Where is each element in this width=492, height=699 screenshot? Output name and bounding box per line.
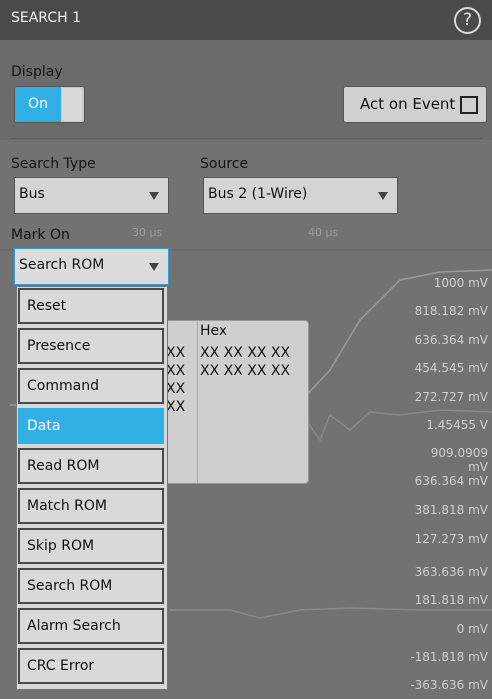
mark-on-dropdown: Reset Presence Command Data Read ROM Mat…: [16, 286, 168, 690]
menu-item-label: Search ROM: [27, 578, 113, 594]
y-label: 818.182 mV: [414, 304, 488, 318]
y-label: 1.45455 V: [426, 418, 488, 432]
partial-cell: XX: [166, 399, 186, 415]
y-label: 363.636 mV: [414, 565, 488, 579]
menu-item-command[interactable]: Command: [18, 368, 164, 404]
menu-item-label: Reset: [27, 298, 67, 314]
results-table: Hex XX XX XX XX XX XX XX XX XX XX XX XX: [165, 320, 309, 484]
external-link-icon: [460, 96, 478, 114]
act-on-event-label: Act on Event: [360, 95, 456, 113]
menu-item-data[interactable]: Data: [18, 408, 164, 444]
display-label: Display: [11, 64, 63, 80]
mark-on-label: Mark On: [11, 227, 70, 243]
mark-on-select[interactable]: Search ROM: [14, 248, 169, 285]
hex-cell: XX XX XX XX: [200, 363, 291, 379]
menu-item-search-rom[interactable]: Search ROM: [18, 568, 164, 604]
hex-cell: XX XX XX XX: [200, 345, 291, 361]
divider: [10, 138, 482, 139]
search-type-select[interactable]: Bus: [14, 177, 169, 214]
menu-item-label: Command: [27, 378, 99, 394]
partial-cell: XX: [166, 363, 186, 379]
time-label-30: 30 µs: [132, 226, 163, 239]
menu-item-crc-error[interactable]: CRC Error: [18, 648, 164, 684]
menu-item-label: Data: [27, 418, 61, 434]
menu-item-label: Match ROM: [27, 498, 107, 514]
column-divider: [197, 321, 198, 483]
partial-cell: XX: [166, 381, 186, 397]
partial-cell: XX: [166, 345, 186, 361]
time-label-40: 40 µs: [308, 226, 339, 239]
chevron-down-icon: [378, 192, 388, 200]
menu-item-reset[interactable]: Reset: [18, 288, 164, 324]
source-value: Bus 2 (1-Wire): [208, 186, 308, 202]
display-toggle[interactable]: On: [14, 86, 85, 123]
menu-item-match-rom[interactable]: Match ROM: [18, 488, 164, 524]
chevron-down-icon: [149, 192, 159, 200]
act-on-event-button[interactable]: Act on Event: [343, 86, 487, 123]
source-label: Source: [200, 156, 249, 172]
menu-item-skip-rom[interactable]: Skip ROM: [18, 528, 164, 564]
y-label: 181.818 mV: [414, 593, 488, 607]
y-label: 909.0909 mV: [430, 446, 488, 474]
window-title: SEARCH 1: [11, 10, 81, 26]
help-icon[interactable]: ?: [454, 7, 481, 34]
menu-item-label: Presence: [27, 338, 91, 354]
menu-item-label: Skip ROM: [27, 538, 95, 554]
source-select[interactable]: Bus 2 (1-Wire): [203, 177, 398, 214]
menu-item-label: CRC Error: [27, 658, 95, 674]
y-label: -363.636 mV: [410, 678, 488, 692]
y-label: -181.818 mV: [410, 650, 488, 664]
y-label: 0 mV: [456, 622, 488, 636]
y-label: 636.364 mV: [414, 474, 488, 488]
y-label: 454.545 mV: [414, 361, 488, 375]
y-label: 381.818 mV: [414, 503, 488, 517]
menu-item-label: Alarm Search: [27, 618, 121, 634]
y-label: 272.727 mV: [414, 390, 488, 404]
y-label: 636.364 mV: [414, 333, 488, 347]
menu-item-read-rom[interactable]: Read ROM: [18, 448, 164, 484]
y-label: 1000 mV: [433, 276, 488, 290]
title-bar: SEARCH 1 ?: [0, 0, 492, 40]
menu-item-label: Read ROM: [27, 458, 100, 474]
toggle-on-label: On: [15, 87, 61, 122]
y-label: 127.273 mV: [414, 532, 488, 546]
menu-item-alarm-search[interactable]: Alarm Search: [18, 608, 164, 644]
search-type-label: Search Type: [11, 156, 96, 172]
chevron-down-icon: [149, 263, 159, 271]
hex-header: Hex: [200, 323, 228, 339]
mark-on-value: Search ROM: [19, 257, 105, 273]
toggle-knob: [62, 88, 82, 121]
search-type-value: Bus: [19, 186, 45, 202]
menu-item-presence[interactable]: Presence: [18, 328, 164, 364]
